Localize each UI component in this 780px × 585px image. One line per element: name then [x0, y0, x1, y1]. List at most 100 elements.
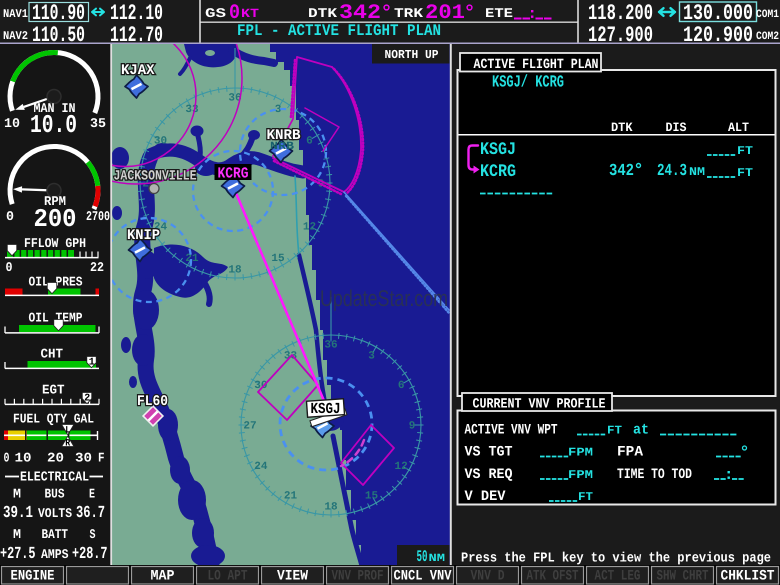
svg-text:KNIP: KNIP [127, 228, 160, 244]
svg-text:VOLTS: VOLTS [38, 506, 72, 521]
svg-text:ACTIVE FLIGHT PLAN: ACTIVE FLIGHT PLAN [474, 57, 599, 73]
svg-text:FT: FT [737, 144, 753, 158]
svg-text:VS TGT: VS TGT [465, 445, 513, 461]
svg-text:FFLOW GPH: FFLOW GPH [24, 236, 86, 251]
svg-text:COM2: COM2 [756, 31, 779, 43]
svg-text:22: 22 [90, 260, 104, 275]
svg-text:FPM: FPM [568, 468, 593, 482]
svg-text:1: 1 [89, 357, 95, 369]
svg-text:BUS: BUS [45, 487, 65, 502]
svg-text:30: 30 [154, 136, 167, 148]
svg-text:F: F [98, 451, 105, 466]
svg-text:6: 6 [398, 380, 405, 392]
svg-text:NORTH UP: NORTH UP [385, 48, 439, 62]
svg-text:2: 2 [84, 393, 90, 405]
svg-text:18: 18 [228, 265, 242, 277]
svg-text:CHKLIST: CHKLIST [721, 569, 775, 585]
svg-text:0: 0 [6, 209, 14, 224]
svg-text:COM1: COM1 [756, 9, 779, 21]
svg-text:342: 342 [609, 162, 634, 181]
svg-text:TIME TO TOD: TIME TO TOD [617, 467, 692, 483]
svg-text:KCRG: KCRG [218, 165, 249, 183]
svg-text:LO APT: LO APT [208, 569, 248, 585]
svg-text:UpdateStar.com: UpdateStar.com [320, 285, 448, 311]
svg-text:KT: KT [241, 7, 260, 21]
svg-text:2700: 2700 [86, 209, 110, 224]
svg-text:DIS: DIS [666, 120, 687, 135]
svg-text:VNV D: VNV D [471, 569, 505, 585]
svg-text:FPM: FPM [568, 446, 593, 460]
svg-text:NAV2: NAV2 [3, 29, 28, 43]
svg-text:33: 33 [185, 104, 199, 116]
svg-text:10: 10 [15, 451, 32, 466]
svg-text:E: E [89, 487, 95, 502]
svg-text:VS REQ: VS REQ [465, 467, 513, 483]
svg-text:FT: FT [737, 166, 753, 180]
svg-text:6: 6 [306, 136, 313, 148]
svg-text:ATK OFST: ATK OFST [527, 569, 579, 585]
svg-text:KCRG: KCRG [480, 162, 516, 182]
svg-text:FUEL QTY GAL: FUEL QTY GAL [13, 412, 94, 427]
svg-text:50: 50 [417, 548, 428, 566]
svg-text:15: 15 [271, 253, 285, 265]
svg-text:CNCL VNV: CNCL VNV [394, 569, 452, 585]
svg-text:FT: FT [607, 424, 622, 438]
svg-text:GS: GS [205, 6, 226, 21]
svg-text:36.7: 36.7 [76, 504, 105, 523]
svg-text:FT: FT [578, 490, 593, 504]
svg-text:10: 10 [4, 116, 20, 131]
svg-text:L: L [65, 424, 70, 435]
svg-text:EGT: EGT [42, 383, 65, 398]
svg-text:DTK: DTK [308, 6, 337, 21]
svg-text:NM: NM [689, 165, 705, 179]
svg-text:30: 30 [75, 451, 92, 466]
svg-text:FL60: FL60 [137, 394, 168, 410]
svg-text:CURRENT VNV PROFILE: CURRENT VNV PROFILE [473, 397, 606, 413]
svg-text:NAV1: NAV1 [3, 7, 28, 21]
svg-text:DTK: DTK [611, 120, 633, 135]
svg-text:AMPS: AMPS [41, 547, 69, 562]
svg-text:18: 18 [324, 502, 338, 514]
svg-text:M: M [13, 527, 21, 542]
svg-text:M: M [13, 487, 21, 502]
svg-text:VIEW: VIEW [277, 569, 308, 585]
svg-text:FPL - ACTIVE FLIGHT PLAN: FPL - ACTIVE FLIGHT PLAN [237, 22, 441, 40]
svg-text:KSGJ: KSGJ [480, 140, 516, 160]
svg-text:15: 15 [365, 491, 379, 503]
svg-text:12: 12 [303, 222, 316, 234]
svg-text:35: 35 [90, 116, 106, 131]
svg-text:ETE: ETE [485, 6, 513, 21]
svg-text:ACTIVE VNV WPT: ACTIVE VNV WPT [465, 423, 558, 439]
svg-text:VNV PROF: VNV PROF [332, 569, 384, 585]
svg-text:KJAX: KJAX [121, 63, 155, 79]
svg-text:BATT: BATT [42, 527, 69, 542]
svg-text:9: 9 [409, 421, 416, 433]
svg-text:V DEV: V DEV [465, 489, 506, 505]
svg-text:12: 12 [395, 461, 408, 473]
svg-text:21: 21 [185, 253, 199, 265]
svg-text:0: 0 [4, 451, 10, 466]
svg-text:3: 3 [368, 350, 375, 362]
svg-text:TRK: TRK [394, 6, 423, 21]
svg-text:ENGINE: ENGINE [11, 569, 55, 585]
svg-text:10.0: 10.0 [30, 111, 77, 140]
svg-text:24: 24 [254, 461, 268, 473]
svg-text:JACKSONVILLE: JACKSONVILLE [114, 169, 197, 185]
svg-text:R: R [65, 438, 70, 449]
svg-text:+27.5: +27.5 [0, 545, 36, 564]
svg-text:SHW CHRT: SHW CHRT [657, 569, 709, 585]
svg-text:NM: NM [429, 553, 446, 565]
svg-text:Press the FPL key to view the: Press the FPL key to view the previous p… [461, 552, 771, 567]
svg-text:S: S [90, 527, 96, 542]
svg-text:36: 36 [324, 340, 337, 352]
svg-text:ALT: ALT [728, 120, 749, 135]
svg-text:39.1: 39.1 [3, 504, 33, 523]
svg-text:20: 20 [47, 451, 64, 466]
svg-text:KSGJ/ KCRG: KSGJ/ KCRG [492, 74, 564, 93]
svg-text:27: 27 [243, 421, 256, 433]
svg-text:0: 0 [6, 260, 13, 275]
svg-text:at: at [633, 423, 649, 439]
svg-text:FPA: FPA [617, 445, 643, 461]
svg-text:+28.7: +28.7 [72, 545, 108, 564]
svg-text:ACT LEG: ACT LEG [595, 569, 641, 585]
